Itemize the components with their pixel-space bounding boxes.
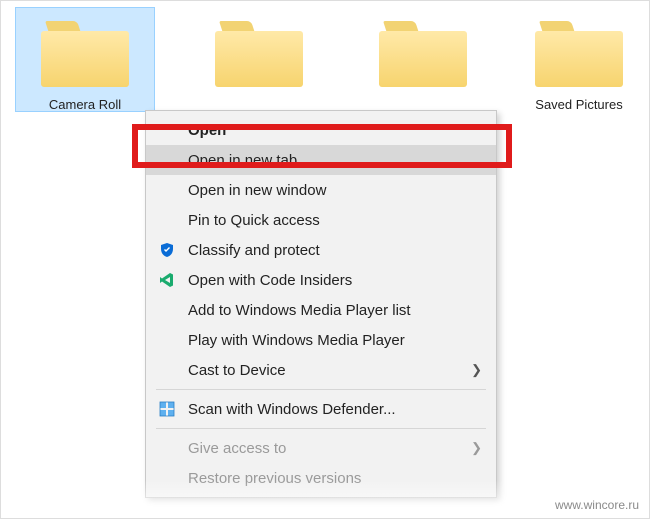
watermark: www.wincore.ru xyxy=(555,498,639,512)
blank-icon xyxy=(156,361,178,379)
menu-item-open-in-new-tab[interactable]: Open in new tab xyxy=(146,145,496,175)
folder-item[interactable] xyxy=(189,7,329,97)
blank-icon xyxy=(156,469,178,487)
menu-label: Open with Code Insiders xyxy=(188,272,482,289)
chevron-right-icon: ❯ xyxy=(471,362,482,378)
folder-item[interactable]: Saved Pictures xyxy=(509,7,649,112)
menu-label: Give access to xyxy=(188,440,471,457)
menu-label: Add to Windows Media Player list xyxy=(188,302,482,319)
blank-icon xyxy=(156,151,178,169)
menu-item-scan-with-defender[interactable]: Scan with Windows Defender... xyxy=(146,394,496,424)
menu-separator xyxy=(156,428,486,429)
blank-icon xyxy=(156,301,178,319)
menu-item-pin-to-quick-access[interactable]: Pin to Quick access xyxy=(146,205,496,235)
menu-item-open[interactable]: Open xyxy=(146,115,496,145)
menu-label: Pin to Quick access xyxy=(188,212,482,229)
menu-item-restore-previous-versions[interactable]: Restore previous versions xyxy=(146,463,496,493)
blank-icon xyxy=(156,121,178,139)
folder-icon xyxy=(215,21,303,87)
menu-item-classify-and-protect[interactable]: Classify and protect xyxy=(146,235,496,265)
menu-item-add-to-wmp-list[interactable]: Add to Windows Media Player list xyxy=(146,295,496,325)
menu-separator xyxy=(156,389,486,390)
menu-label: Restore previous versions xyxy=(188,470,482,487)
folder-item[interactable] xyxy=(353,7,493,97)
menu-label: Classify and protect xyxy=(188,242,482,259)
menu-label: Scan with Windows Defender... xyxy=(188,401,482,418)
blank-icon xyxy=(156,181,178,199)
folder-label: Saved Pictures xyxy=(509,97,649,112)
chevron-right-icon: ❯ xyxy=(471,440,482,456)
menu-item-give-access-to[interactable]: Give access to ❯ xyxy=(146,433,496,463)
menu-label: Open in new tab xyxy=(188,152,482,169)
defender-icon xyxy=(156,400,178,418)
vscode-icon xyxy=(156,271,178,289)
folder-icon xyxy=(379,21,467,87)
folder-icon xyxy=(535,21,623,87)
blank-icon xyxy=(156,439,178,457)
menu-label: Play with Windows Media Player xyxy=(188,332,482,349)
menu-item-play-with-wmp[interactable]: Play with Windows Media Player xyxy=(146,325,496,355)
folder-icon xyxy=(41,21,129,87)
folder-item[interactable]: Camera Roll xyxy=(15,7,155,112)
menu-item-cast-to-device[interactable]: Cast to Device ❯ xyxy=(146,355,496,385)
folder-label: Camera Roll xyxy=(15,97,155,112)
blank-icon xyxy=(156,211,178,229)
menu-label: Open in new window xyxy=(188,182,482,199)
menu-item-open-in-new-window[interactable]: Open in new window xyxy=(146,175,496,205)
blank-icon xyxy=(156,331,178,349)
classify-icon xyxy=(156,241,178,259)
menu-label: Cast to Device xyxy=(188,362,471,379)
menu-label: Open xyxy=(188,122,482,139)
context-menu: Open Open in new tab Open in new window … xyxy=(145,110,497,498)
file-explorer-area[interactable]: Camera Roll Saved Pictures Open Open in … xyxy=(1,1,649,518)
menu-item-open-with-code-insiders[interactable]: Open with Code Insiders xyxy=(146,265,496,295)
